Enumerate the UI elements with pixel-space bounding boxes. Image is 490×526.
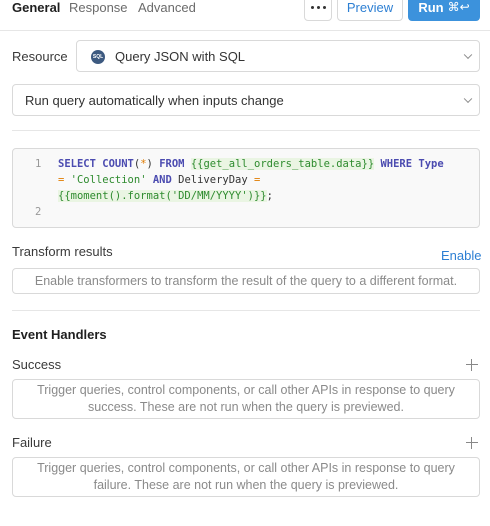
- preview-button[interactable]: Preview: [337, 0, 403, 21]
- resource-label: Resource: [12, 49, 68, 64]
- divider: [12, 310, 480, 311]
- tab-advanced[interactable]: Advanced: [138, 0, 196, 16]
- failure-handlers-box: Trigger queries, control components, or …: [12, 457, 480, 497]
- chevron-down-icon: [463, 94, 473, 104]
- sql-icon: SQL: [91, 50, 105, 64]
- run-button[interactable]: Run ⌘↩: [408, 0, 480, 21]
- success-hint-text: Trigger queries, control components, or …: [37, 383, 455, 414]
- success-handlers-box: Trigger queries, control components, or …: [12, 379, 480, 419]
- resource-select-value: Query JSON with SQL: [115, 49, 246, 64]
- enable-transform-link[interactable]: Enable: [441, 248, 481, 263]
- transform-hint-box: Enable transformers to transform the res…: [12, 268, 480, 294]
- transform-hint-text: Enable transformers to transform the res…: [34, 273, 458, 288]
- add-success-handler-icon[interactable]: [466, 359, 478, 371]
- event-handlers-title: Event Handlers: [12, 327, 107, 342]
- chevron-down-icon: [463, 50, 473, 60]
- sql-code-editor[interactable]: 1 2 SELECT COUNT(*) FROM {{get_all_order…: [12, 148, 480, 228]
- tab-general[interactable]: General: [12, 0, 60, 16]
- query-editor-header: General Response Advanced Preview Run ⌘↩: [0, 0, 490, 31]
- code-line: {{moment().format('DD/MM/YYYY')}};: [58, 190, 273, 202]
- add-failure-handler-icon[interactable]: [466, 437, 478, 449]
- failure-label: Failure: [12, 435, 52, 450]
- run-shortcut-hint: ⌘↩: [447, 0, 470, 14]
- code-line: = 'Collection' AND DeliveryDay =: [58, 174, 261, 186]
- divider: [12, 130, 480, 131]
- resource-select[interactable]: SQL Query JSON with SQL: [76, 40, 480, 72]
- run-trigger-select[interactable]: Run query automatically when inputs chan…: [12, 84, 480, 116]
- line-number: 2: [35, 206, 42, 218]
- ellipsis-icon: [310, 6, 326, 9]
- tab-response[interactable]: Response: [69, 0, 128, 16]
- run-trigger-value: Run query automatically when inputs chan…: [25, 93, 284, 108]
- failure-hint-text: Trigger queries, control components, or …: [37, 461, 455, 492]
- run-button-label: Run: [418, 0, 444, 15]
- success-label: Success: [12, 357, 62, 372]
- more-options-button[interactable]: [304, 0, 332, 21]
- line-number: 1: [35, 158, 42, 170]
- transform-results-label: Transform results: [12, 244, 113, 259]
- code-line: SELECT COUNT(*) FROM {{get_all_orders_ta…: [58, 158, 444, 170]
